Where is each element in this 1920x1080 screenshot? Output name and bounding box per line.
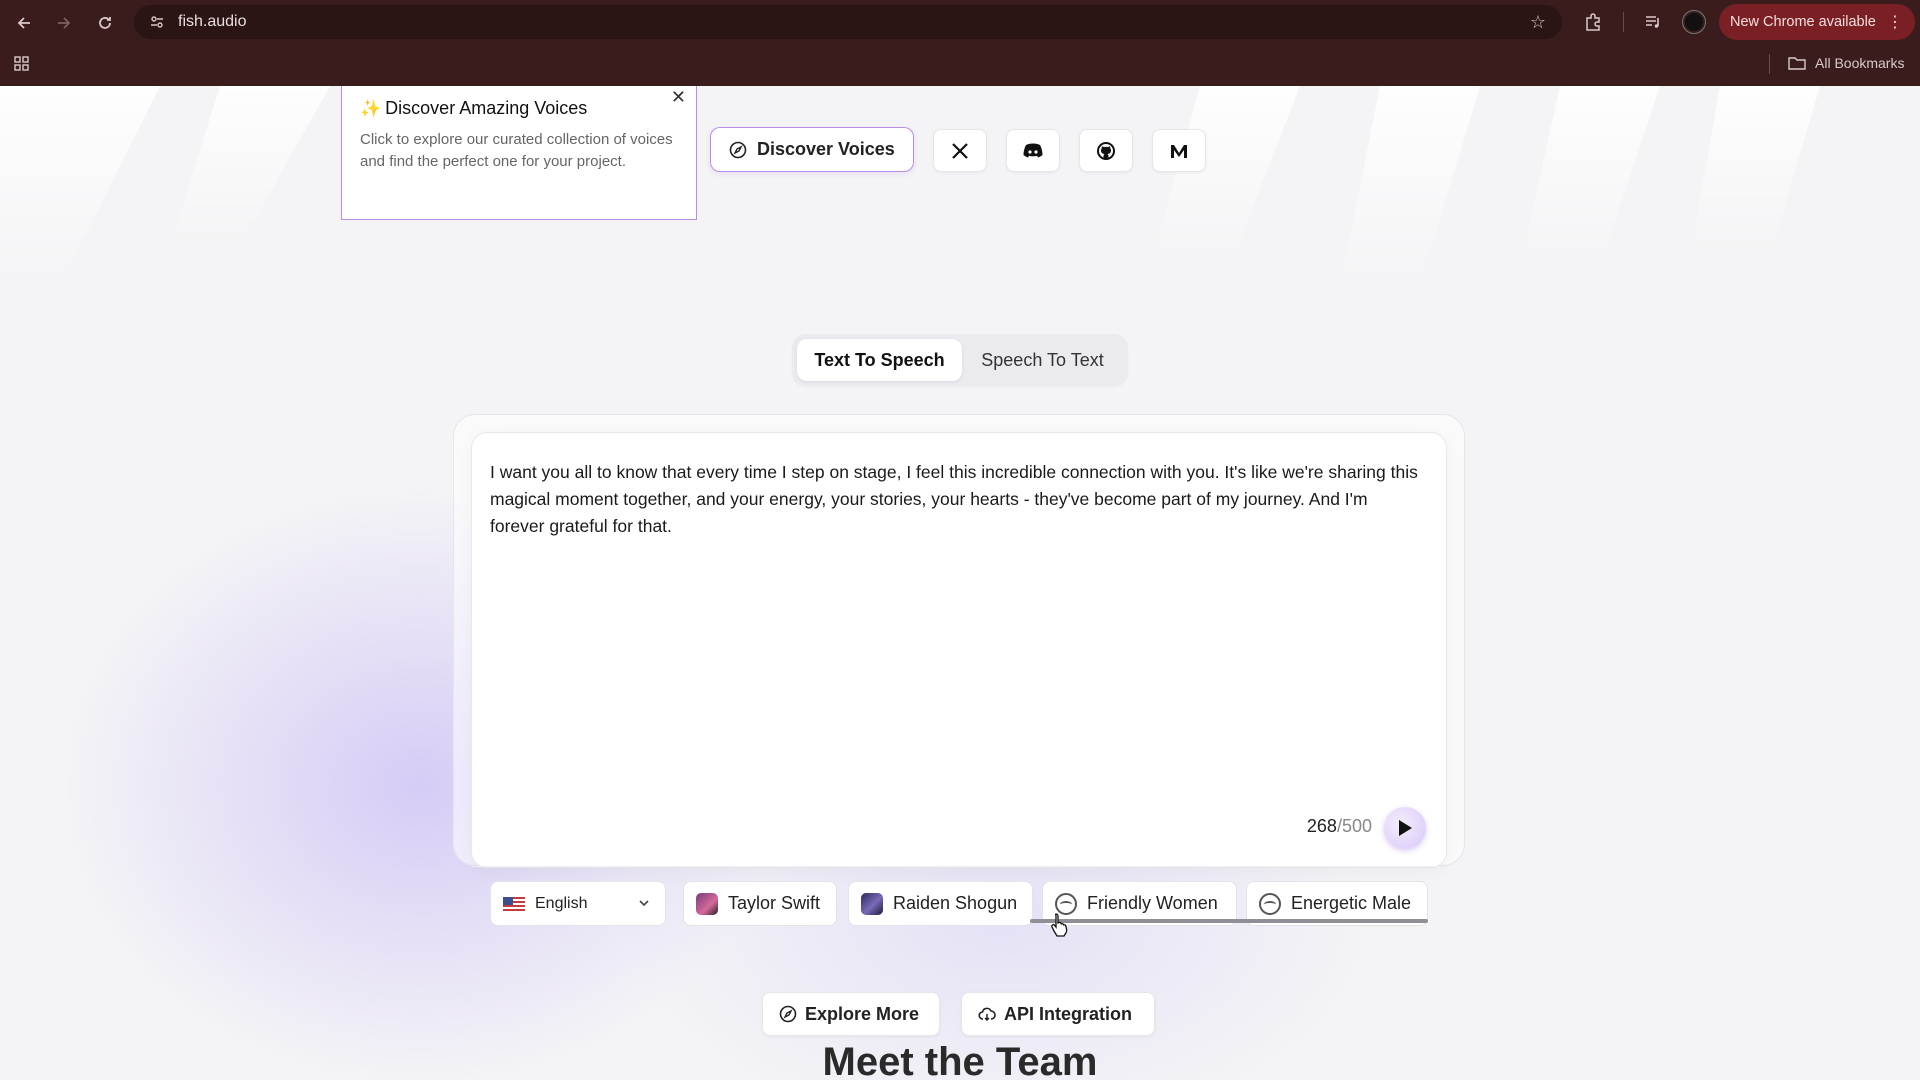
background-decoration bbox=[0, 86, 1820, 286]
folder-icon bbox=[1788, 57, 1806, 70]
voice-label: Raiden Shogun bbox=[893, 893, 1018, 913]
x-link[interactable] bbox=[933, 129, 987, 172]
language-select[interactable]: English bbox=[490, 881, 666, 926]
url-text[interactable]: fish.audio bbox=[178, 13, 247, 31]
compass-icon bbox=[779, 1005, 797, 1023]
bookmarks-divider bbox=[1769, 54, 1770, 74]
voice-wave-icon bbox=[1259, 892, 1281, 915]
explore-more-button[interactable]: Explore More bbox=[762, 992, 940, 1036]
voice-list-scrollbar[interactable] bbox=[1030, 919, 1428, 923]
play-icon bbox=[1399, 820, 1412, 836]
discord-link[interactable] bbox=[1006, 129, 1060, 172]
language-label: English bbox=[535, 894, 588, 912]
github-icon bbox=[1097, 141, 1115, 160]
avatar bbox=[696, 892, 718, 915]
tts-text-input[interactable]: I want you all to know that every time I… bbox=[490, 459, 1420, 540]
api-integration-button[interactable]: API Integration bbox=[961, 992, 1155, 1036]
close-icon[interactable]: ✕ bbox=[671, 87, 686, 108]
discover-voices-label: Discover Voices bbox=[757, 139, 895, 159]
voice-chip-raiden-shogun[interactable]: Raiden Shogun bbox=[848, 881, 1033, 926]
character-counter: 268/500 bbox=[1307, 816, 1372, 837]
mode-tabs: Text To Speech Speech To Text bbox=[792, 334, 1128, 386]
tooltip-body: Click to explore our curated collection … bbox=[360, 131, 673, 170]
section-heading: Meet the Team bbox=[822, 1040, 1098, 1080]
media-controls-icon[interactable] bbox=[1641, 10, 1665, 34]
discord-icon bbox=[1023, 143, 1043, 157]
reload-icon[interactable] bbox=[92, 10, 118, 36]
voice-label: Energetic Male bbox=[1291, 893, 1412, 913]
explore-more-label: Explore More bbox=[805, 1003, 920, 1024]
editor-divider bbox=[472, 866, 1448, 867]
us-flag-icon bbox=[503, 896, 525, 911]
profile-avatar[interactable] bbox=[1683, 11, 1705, 33]
tts-editor: I want you all to know that every time I… bbox=[471, 432, 1448, 868]
avatar bbox=[861, 892, 883, 915]
extensions-icon[interactable] bbox=[1581, 10, 1605, 34]
back-icon[interactable] bbox=[11, 10, 37, 36]
update-chrome-button[interactable]: New Chrome available ⋮ bbox=[1719, 4, 1915, 40]
hand-cursor-icon bbox=[1051, 913, 1068, 937]
compass-icon bbox=[729, 141, 747, 158]
voice-label: Friendly Women bbox=[1087, 893, 1218, 913]
bookmarks-label: All Bookmarks bbox=[1815, 55, 1905, 71]
play-button[interactable] bbox=[1384, 807, 1426, 849]
medium-icon bbox=[1171, 144, 1187, 158]
tab-speech-to-text[interactable]: Speech To Text bbox=[962, 339, 1123, 381]
chevron-down-icon bbox=[639, 900, 649, 907]
x-icon bbox=[952, 142, 968, 159]
bookmark-star-icon[interactable]: ☆ bbox=[1530, 12, 1546, 33]
tab-text-to-speech[interactable]: Text To Speech bbox=[797, 339, 962, 381]
char-count-max: /500 bbox=[1336, 816, 1372, 836]
medium-link[interactable] bbox=[1152, 129, 1206, 172]
voice-chip-taylor-swift[interactable]: Taylor Swift bbox=[683, 881, 837, 926]
discover-tooltip: ✨ Discover Amazing Voices Click to explo… bbox=[341, 86, 697, 220]
toolbar-divider bbox=[1623, 12, 1624, 32]
api-integration-label: API Integration bbox=[1004, 1003, 1133, 1024]
more-menu-icon[interactable]: ⋮ bbox=[1887, 12, 1903, 32]
page-content: ✨ Discover Amazing Voices Click to explo… bbox=[0, 86, 1920, 1080]
discover-voices-button[interactable]: Discover Voices bbox=[710, 127, 914, 172]
all-bookmarks-button[interactable]: All Bookmarks bbox=[1788, 53, 1904, 73]
voice-label: Taylor Swift bbox=[728, 893, 821, 913]
sparkle-icon: ✨ bbox=[360, 98, 382, 118]
github-link[interactable] bbox=[1079, 129, 1133, 172]
apps-grid-icon[interactable] bbox=[12, 54, 32, 74]
char-count-value: 268 bbox=[1306, 816, 1337, 836]
forward-icon[interactable] bbox=[51, 10, 77, 36]
cloud-icon bbox=[978, 1007, 996, 1022]
address-bar[interactable]: fish.audio ☆ bbox=[134, 5, 1562, 39]
browser-toolbar: fish.audio ☆ New Chrome available ⋮ All … bbox=[0, 0, 1920, 86]
tooltip-title: Discover Amazing Voices bbox=[385, 98, 588, 118]
update-label: New Chrome available bbox=[1730, 14, 1876, 30]
site-settings-icon[interactable] bbox=[148, 13, 166, 31]
